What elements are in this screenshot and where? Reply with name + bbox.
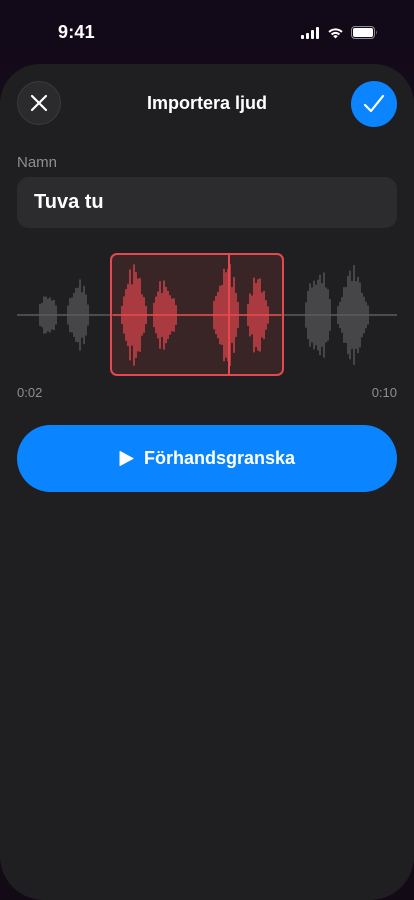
status-icons	[301, 26, 378, 39]
name-input[interactable]: Tuva tu	[17, 177, 397, 228]
name-input-value: Tuva tu	[34, 191, 104, 213]
trim-start-time: 0:02	[17, 385, 43, 400]
battery-icon	[351, 26, 377, 39]
import-sheet: Importera ljud Namn Tuva tu 0:02 0:10 Fö…	[0, 64, 414, 900]
play-icon	[119, 451, 134, 466]
preview-button[interactable]: Förhandsgranska	[17, 425, 397, 492]
name-label: Namn	[17, 154, 58, 171]
preview-label: Förhandsgranska	[143, 448, 296, 468]
confirm-button[interactable]	[351, 81, 397, 127]
status-bar: 9:41	[0, 0, 414, 64]
status-time: 9:41	[58, 22, 95, 42]
wifi-icon	[328, 27, 343, 38]
signal-icon	[301, 26, 319, 39]
waveform-trimmer[interactable]	[0, 252, 414, 382]
checkmark-icon	[363, 94, 385, 113]
trim-end-time: 0:10	[371, 385, 397, 400]
